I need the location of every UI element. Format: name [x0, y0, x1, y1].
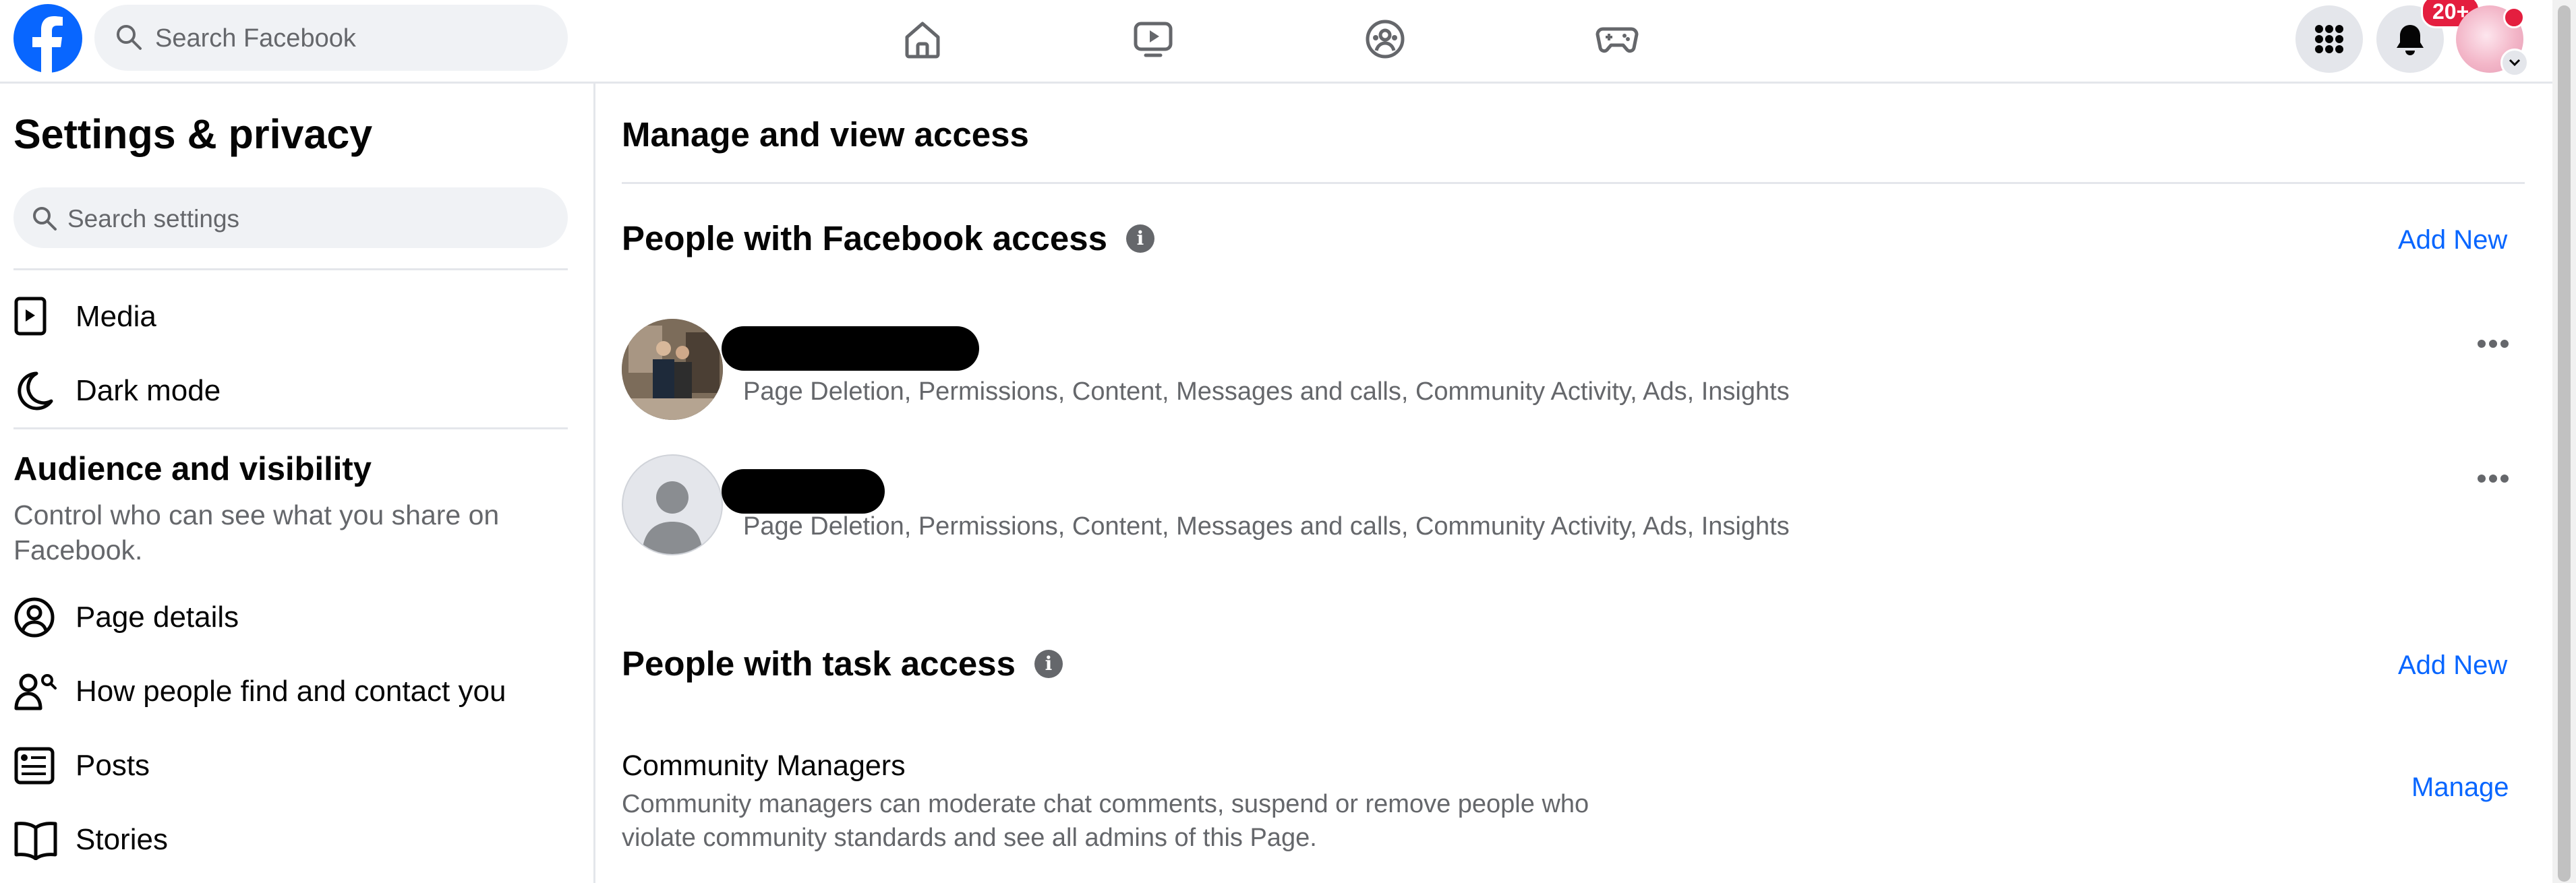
bell-icon	[2397, 25, 2424, 55]
more-options-icon[interactable]	[2478, 475, 2509, 484]
search-icon	[117, 25, 142, 50]
sidebar-divider	[13, 427, 568, 429]
person-permissions: Page Deletion, Permissions, Content, Mes…	[743, 377, 1790, 406]
facebook-logo-icon[interactable]	[13, 4, 82, 73]
sidebar-item-posts[interactable]: Posts	[13, 739, 568, 793]
gaming-icon[interactable]	[1589, 11, 1645, 67]
top-navigation-bar: Search Facebook 20+	[0, 0, 2552, 84]
media-icon	[13, 295, 58, 339]
moon-icon	[13, 369, 58, 413]
info-icon[interactable]: i	[1125, 224, 1154, 253]
add-new-facebook-access-button[interactable]: Add New	[2398, 225, 2507, 255]
sidebar-item-label: Stories	[76, 823, 168, 856]
sidebar-item-media[interactable]: Media	[13, 290, 568, 344]
sidebar-item-page-details[interactable]: Page details	[13, 590, 568, 644]
section-title: Audience and visibility	[13, 451, 372, 487]
facebook-access-title: People with Facebook access	[622, 219, 1107, 257]
section-description: Control who can see what you share on Fa…	[13, 499, 500, 566]
sidebar-title: Settings & privacy	[13, 111, 373, 157]
person-permissions: Page Deletion, Permissions, Content, Mes…	[743, 512, 1790, 541]
person-photo-icon	[622, 319, 723, 420]
title-divider	[622, 182, 2525, 184]
settings-sidebar: Settings & privacy Search settings Media…	[0, 84, 595, 883]
task-access-title: People with task access	[622, 644, 1016, 683]
avatar[interactable]	[622, 454, 723, 555]
redacted-name	[722, 469, 885, 514]
search-icon	[33, 207, 57, 231]
redacted-name	[722, 326, 979, 371]
people-search-icon	[13, 669, 58, 714]
menu-grid-button[interactable]	[2295, 5, 2363, 73]
avatar[interactable]	[622, 319, 723, 420]
groups-icon[interactable]	[1357, 11, 1413, 67]
grid-icon	[2315, 25, 2343, 53]
sidebar-item-label: How people find and contact you	[76, 675, 506, 708]
role-title: Community Managers	[622, 750, 906, 782]
settings-search-input[interactable]: Search settings	[13, 187, 568, 248]
task-access-header: People with task access i	[622, 644, 1063, 683]
sidebar-item-label: Media	[76, 300, 156, 333]
posts-icon	[13, 743, 58, 788]
sidebar-item-find-contact[interactable]: How people find and contact you	[13, 665, 568, 719]
sidebar-divider	[13, 268, 568, 270]
user-circle-icon	[13, 595, 58, 640]
default-user-icon	[642, 481, 703, 554]
manage-community-managers-button[interactable]: Manage	[2411, 772, 2509, 803]
sidebar-item-label: Posts	[76, 749, 150, 782]
settings-search-placeholder: Search settings	[67, 205, 240, 233]
home-icon[interactable]	[894, 11, 951, 67]
chevron-down-icon[interactable]	[2500, 49, 2529, 77]
sidebar-item-label: Page details	[76, 601, 239, 634]
sidebar-item-label: Dark mode	[76, 374, 221, 407]
facebook-search-input[interactable]: Search Facebook	[94, 5, 568, 71]
watch-icon[interactable]	[1125, 11, 1181, 67]
add-new-task-access-button[interactable]: Add New	[2398, 650, 2507, 681]
facebook-search-placeholder: Search Facebook	[155, 24, 356, 53]
sidebar-item-dark-mode[interactable]: Dark mode	[13, 364, 568, 418]
book-icon	[13, 818, 58, 862]
page-title: Manage and view access	[622, 115, 1029, 154]
facebook-access-header: People with Facebook access i	[622, 218, 1154, 258]
more-options-icon[interactable]	[2478, 340, 2509, 349]
sidebar-item-stories[interactable]: Stories	[13, 813, 568, 867]
info-icon[interactable]: i	[1034, 649, 1063, 678]
status-dot	[2503, 7, 2525, 28]
role-description: Community managers can moderate chat com…	[622, 790, 1589, 852]
scrollbar-thumb[interactable]	[2558, 5, 2571, 882]
